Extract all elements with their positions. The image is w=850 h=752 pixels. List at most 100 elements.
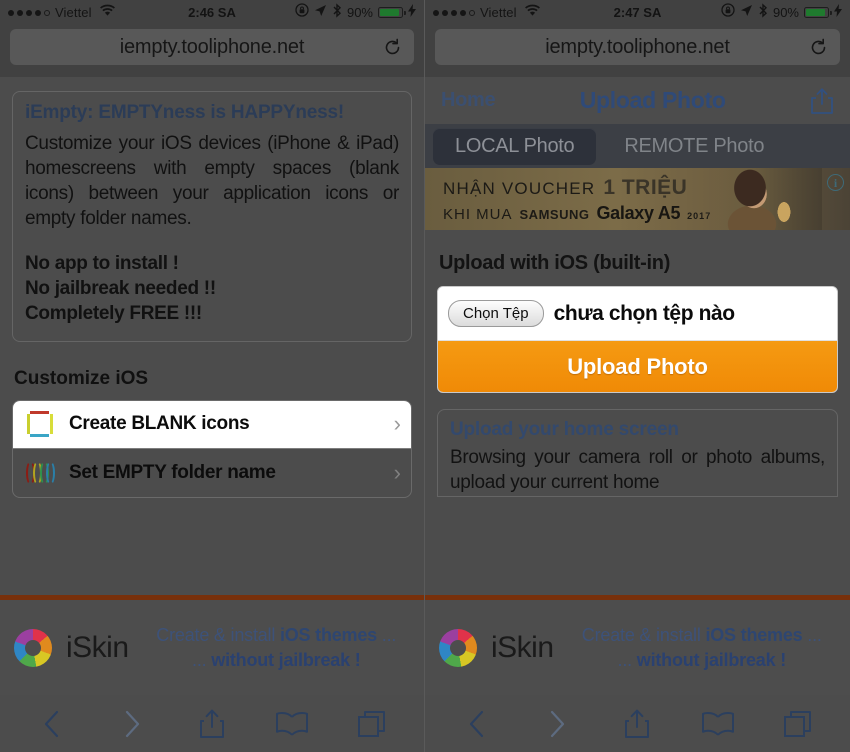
upload-note-box: Upload your home screen Browsing your ca… (437, 409, 838, 497)
upload-form: Chọn Tệp chưa chọn tệp nào Upload Photo (437, 286, 838, 393)
iskin-line1-bold: iOS themes (705, 624, 803, 645)
ad-line2-prefix: KHI MUA (443, 206, 513, 223)
menu-item-label: Create BLANK icons (69, 413, 250, 435)
menu-item-set-empty-folder-name[interactable]: Set EMPTY folder name › (13, 449, 411, 497)
note-heading: Upload your home screen (450, 419, 679, 440)
bookmarks-book-icon[interactable] (275, 707, 309, 741)
share-icon[interactable] (810, 87, 834, 115)
home-link[interactable]: Home (441, 89, 496, 112)
choose-file-button[interactable]: Chọn Tệp (448, 300, 544, 327)
iskin-line1-suffix: ... (802, 624, 822, 645)
status-left-group: Viettel (8, 4, 116, 22)
dual-phone-screenshot: Viettel 2:46 SA 90% iempty.tooliphone.ne… (0, 0, 850, 752)
location-arrow-icon (740, 4, 753, 22)
browser-toolbar-right (425, 695, 850, 752)
iskin-line2-prefix: ... (617, 649, 637, 670)
tabs-icon[interactable] (355, 707, 389, 741)
ad-line1-prefix: NHẬN VOUCHER (443, 179, 596, 198)
tab-remote-photo[interactable]: REMOTE Photo (602, 128, 786, 165)
customize-menu: Create BLANK icons › Set EMPTY folder na… (12, 399, 412, 498)
status-right-group: 90% (721, 2, 842, 23)
url-field-left[interactable]: iempty.tooliphone.net (10, 29, 414, 65)
iskin-line1-bold: iOS themes (279, 624, 377, 645)
bluetooth-icon (758, 2, 768, 23)
chevron-right-icon: › (393, 459, 401, 485)
rotation-lock-icon (295, 3, 309, 22)
wifi-icon (524, 4, 541, 22)
page-content-left: iEmpty: EMPTYness is HAPPYness! Customiz… (0, 77, 424, 595)
tab-local-photo[interactable]: LOCAL Photo (433, 127, 597, 165)
iskin-brand-label: iSkin (491, 630, 554, 664)
iskin-line1-suffix: ... (377, 624, 397, 645)
file-input-row[interactable]: Chọn Tệp chưa chọn tệp nào (438, 287, 837, 340)
iskin-ad-banner-right[interactable]: iSkin Create & install iOS themes ... ..… (425, 600, 850, 695)
intro-bullet-3: Completely FREE !!! (25, 303, 202, 325)
wifi-icon (99, 4, 116, 22)
reload-icon[interactable] (382, 37, 402, 57)
battery-icon (804, 7, 832, 18)
battery-percent-label: 90% (772, 5, 799, 20)
charging-bolt-icon (408, 3, 416, 22)
battery-percent-label: 90% (346, 5, 373, 20)
url-text: iempty.tooliphone.net (119, 35, 305, 58)
intro-bullet-2: No jailbreak needed !! (25, 278, 216, 300)
folder-parens-glyph (25, 459, 55, 487)
carrier-label: Viettel (480, 5, 517, 20)
back-chevron-icon[interactable] (35, 707, 69, 741)
forward-chevron-icon (540, 707, 574, 741)
ad-info-icon[interactable]: i (827, 174, 844, 191)
iskin-ad-banner-left[interactable]: iSkin Create & install iOS themes ... ..… (0, 600, 424, 695)
reload-icon[interactable] (808, 37, 828, 57)
iskin-line2-bold: without jailbreak ! (211, 649, 361, 670)
status-right-group: 90% (295, 2, 416, 23)
intro-body: Customize your iOS devices (iPhone & iPa… (25, 133, 399, 230)
iskin-line2-bold: without jailbreak ! (636, 649, 786, 670)
page-content-right: Home Upload Photo LOCAL Photo REMOTE Pho… (425, 77, 850, 595)
iskin-line1-plain: Create & install (581, 624, 706, 645)
phone-screen-left: Viettel 2:46 SA 90% iempty.tooliphone.ne… (0, 0, 425, 752)
charging-bolt-icon (834, 3, 842, 22)
browser-url-bar-left[interactable]: iempty.tooliphone.net (0, 25, 424, 77)
back-chevron-icon[interactable] (460, 707, 494, 741)
browser-url-bar-right[interactable]: iempty.tooliphone.net (425, 25, 850, 77)
photo-source-segmented-control: LOCAL Photo REMOTE Photo (425, 124, 850, 168)
url-field-right[interactable]: iempty.tooliphone.net (435, 29, 840, 65)
tabs-icon[interactable] (781, 707, 815, 741)
menu-item-create-blank-icons[interactable]: Create BLANK icons › (13, 400, 411, 449)
iskin-line1-plain: Create & install (156, 624, 280, 645)
app-header: Home Upload Photo (437, 77, 838, 124)
chevron-right-icon: › (393, 411, 401, 437)
iskin-tagline: Create & install iOS themes ... ... with… (143, 623, 410, 672)
upload-photo-button[interactable]: Upload Photo (438, 340, 837, 392)
share-icon[interactable] (195, 707, 229, 741)
iskin-line2-prefix: ... (192, 649, 212, 670)
page-title: Upload Photo (579, 87, 726, 113)
rotation-lock-icon (721, 3, 735, 22)
intro-heading: iEmpty: EMPTYness is HAPPYness! (25, 102, 345, 123)
url-text: iempty.tooliphone.net (545, 35, 730, 58)
iskin-pinwheel-logo (439, 628, 477, 667)
menu-item-label: Set EMPTY folder name (69, 461, 276, 483)
ad-brand: SAMSUNG (519, 207, 590, 222)
status-bar-left: Viettel 2:46 SA 90% (0, 0, 424, 25)
share-icon[interactable] (620, 707, 654, 741)
ad-model: Galaxy A5 (596, 203, 681, 223)
iskin-brand-label: iSkin (66, 630, 129, 664)
signal-strength-dots (8, 9, 50, 16)
battery-icon (378, 7, 406, 18)
location-arrow-icon (314, 4, 327, 22)
signal-strength-dots (433, 9, 475, 16)
samsung-ad-banner[interactable]: NHẬN VOUCHER 1 TRIỆU KHI MUA SAMSUNG Gal… (425, 168, 850, 230)
section-title-customize: Customize iOS (14, 367, 149, 389)
status-left-group: Viettel (433, 4, 541, 22)
file-status-label: chưa chọn tệp nào (553, 301, 735, 325)
bluetooth-icon (332, 2, 342, 23)
browser-toolbar-left (0, 695, 424, 752)
bookmarks-book-icon[interactable] (701, 707, 735, 741)
carrier-label: Viettel (55, 5, 92, 20)
intro-bullet-1: No app to install ! (25, 253, 179, 275)
note-body: Browsing your camera roll or photo album… (450, 447, 825, 494)
blank-icon-glyph (25, 410, 55, 438)
phone-screen-right: Viettel 2:47 SA 90% iempty.tooliphone.ne… (425, 0, 850, 752)
status-bar-right: Viettel 2:47 SA 90% (425, 0, 850, 25)
